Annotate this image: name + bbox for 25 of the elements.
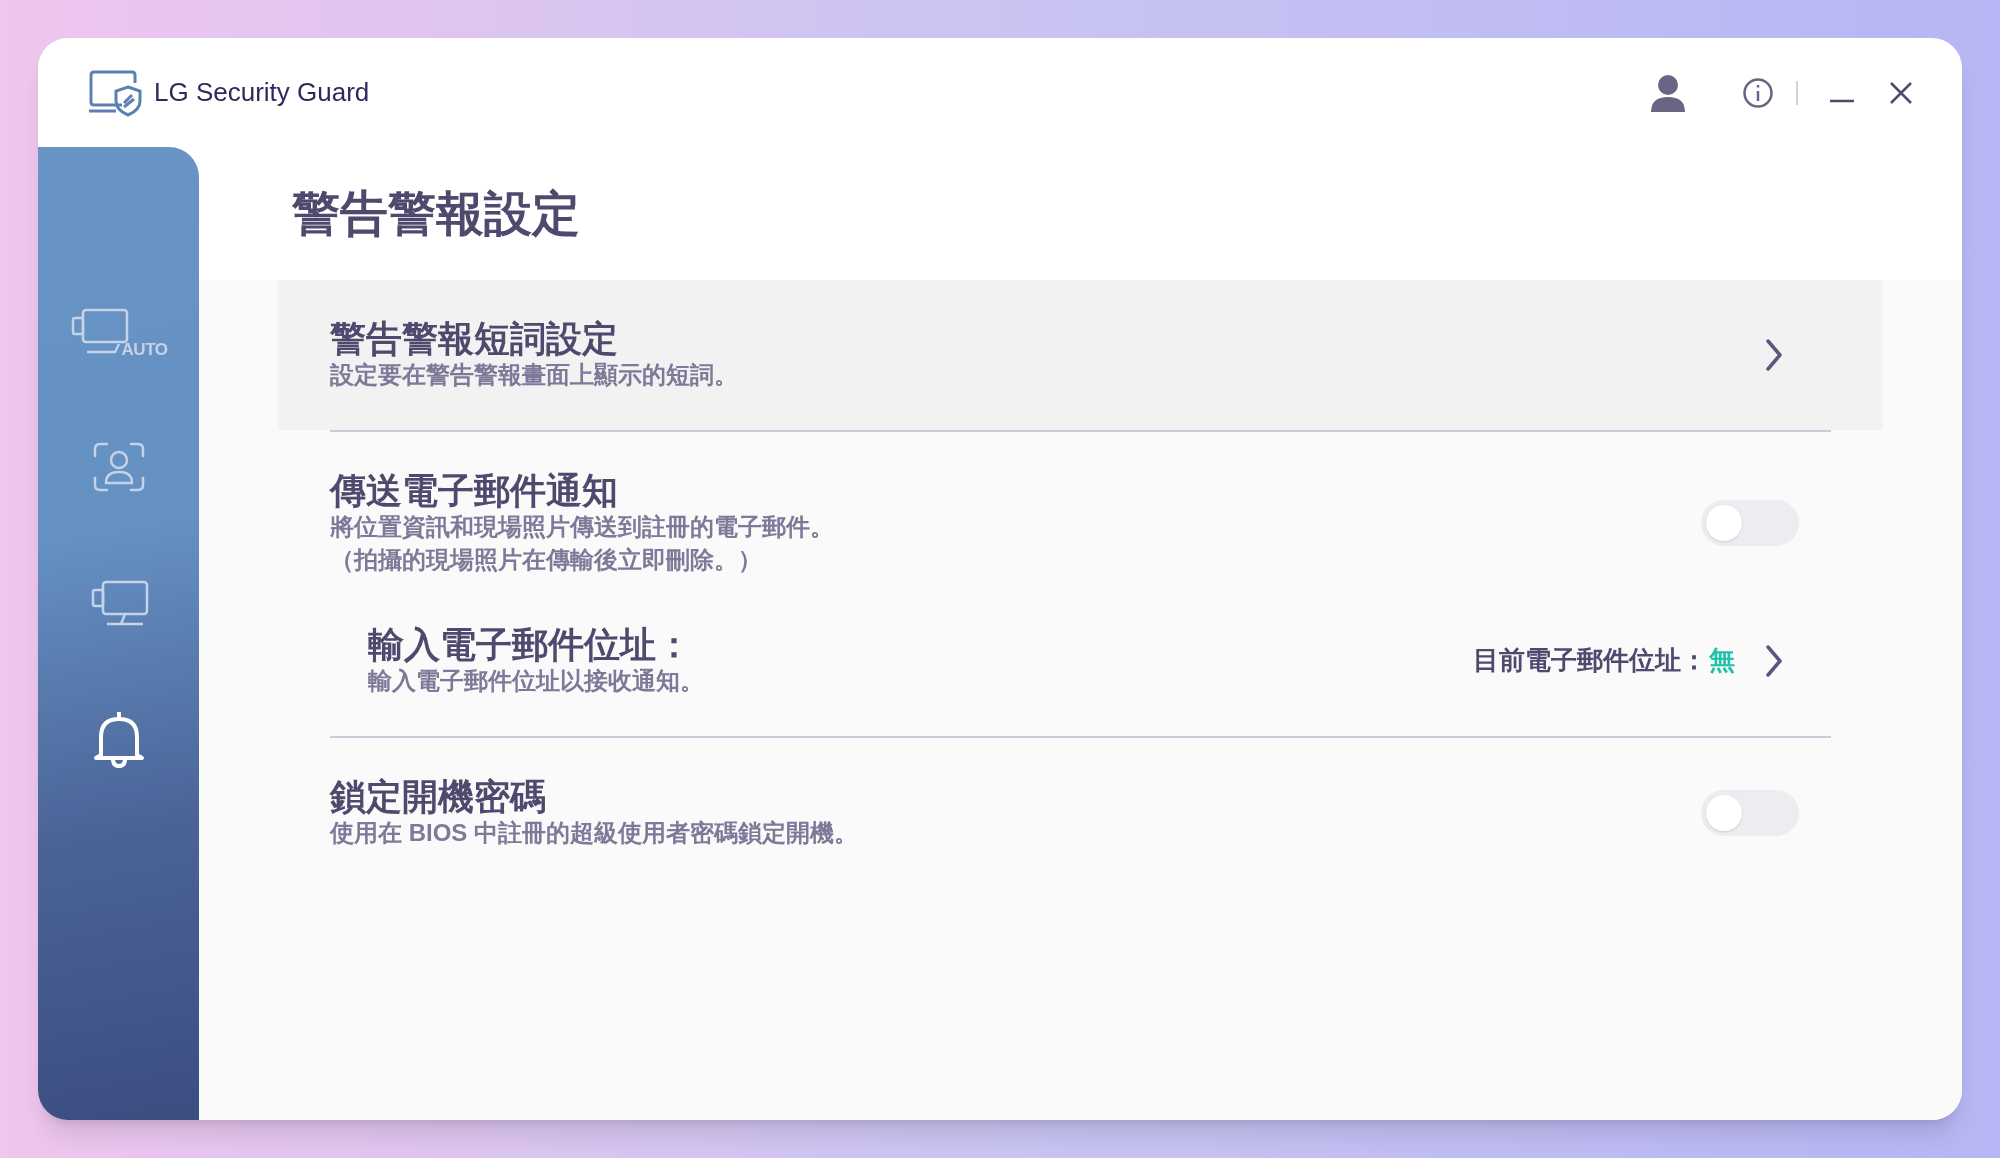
chevron-right-icon [1765,643,1783,678]
setting-description: 設定要在警告警報畫面上顯示的短詞。 [330,360,739,391]
toggle-switch[interactable] [1701,499,1799,546]
bell-icon[interactable] [92,709,145,769]
user-icon[interactable] [1650,73,1686,112]
minimize-icon[interactable] [1830,98,1854,103]
setting-title: 傳送電子郵件通知 [330,469,619,512]
close-icon[interactable] [1890,81,1912,104]
setting-description: 使用在 BIOS 中註冊的超級使用者密碼鎖定開機。 [330,818,859,849]
setting-title: 警告警報短詞設定 [330,318,619,360]
setting-note: （拍攝的現場照片在傳輸後立即刪除。） [330,544,763,575]
current-email-value: 無 [1709,644,1735,678]
current-email-label: 目前電子郵件位址： [1473,644,1707,678]
info-icon[interactable] [1742,76,1774,109]
setting-title: 鎖定開機密碼 [330,775,547,818]
page-title: 警告警報設定 [292,185,580,242]
setting-title: 輸入電子郵件位址： [368,623,693,666]
app-title: LG Security Guard [154,76,370,109]
setting-description: 輸入電子郵件位址以接收通知。 [368,666,705,697]
setting-row[interactable]: 警告警報短詞設定 設定要在警告警報畫面上顯示的短詞。 [278,280,1883,430]
email-address-row[interactable]: 輸入電子郵件位址： 輸入電子郵件位址以接收通知。 目前電子郵件位址：無 [330,623,1831,736]
shield-monitor-icon [88,68,144,117]
chevron-right-icon [1765,337,1783,372]
toggle-switch[interactable] [1701,789,1799,836]
setting-description: 將位置資訊和現場照片傳送到註冊的電子郵件。 [330,512,835,543]
